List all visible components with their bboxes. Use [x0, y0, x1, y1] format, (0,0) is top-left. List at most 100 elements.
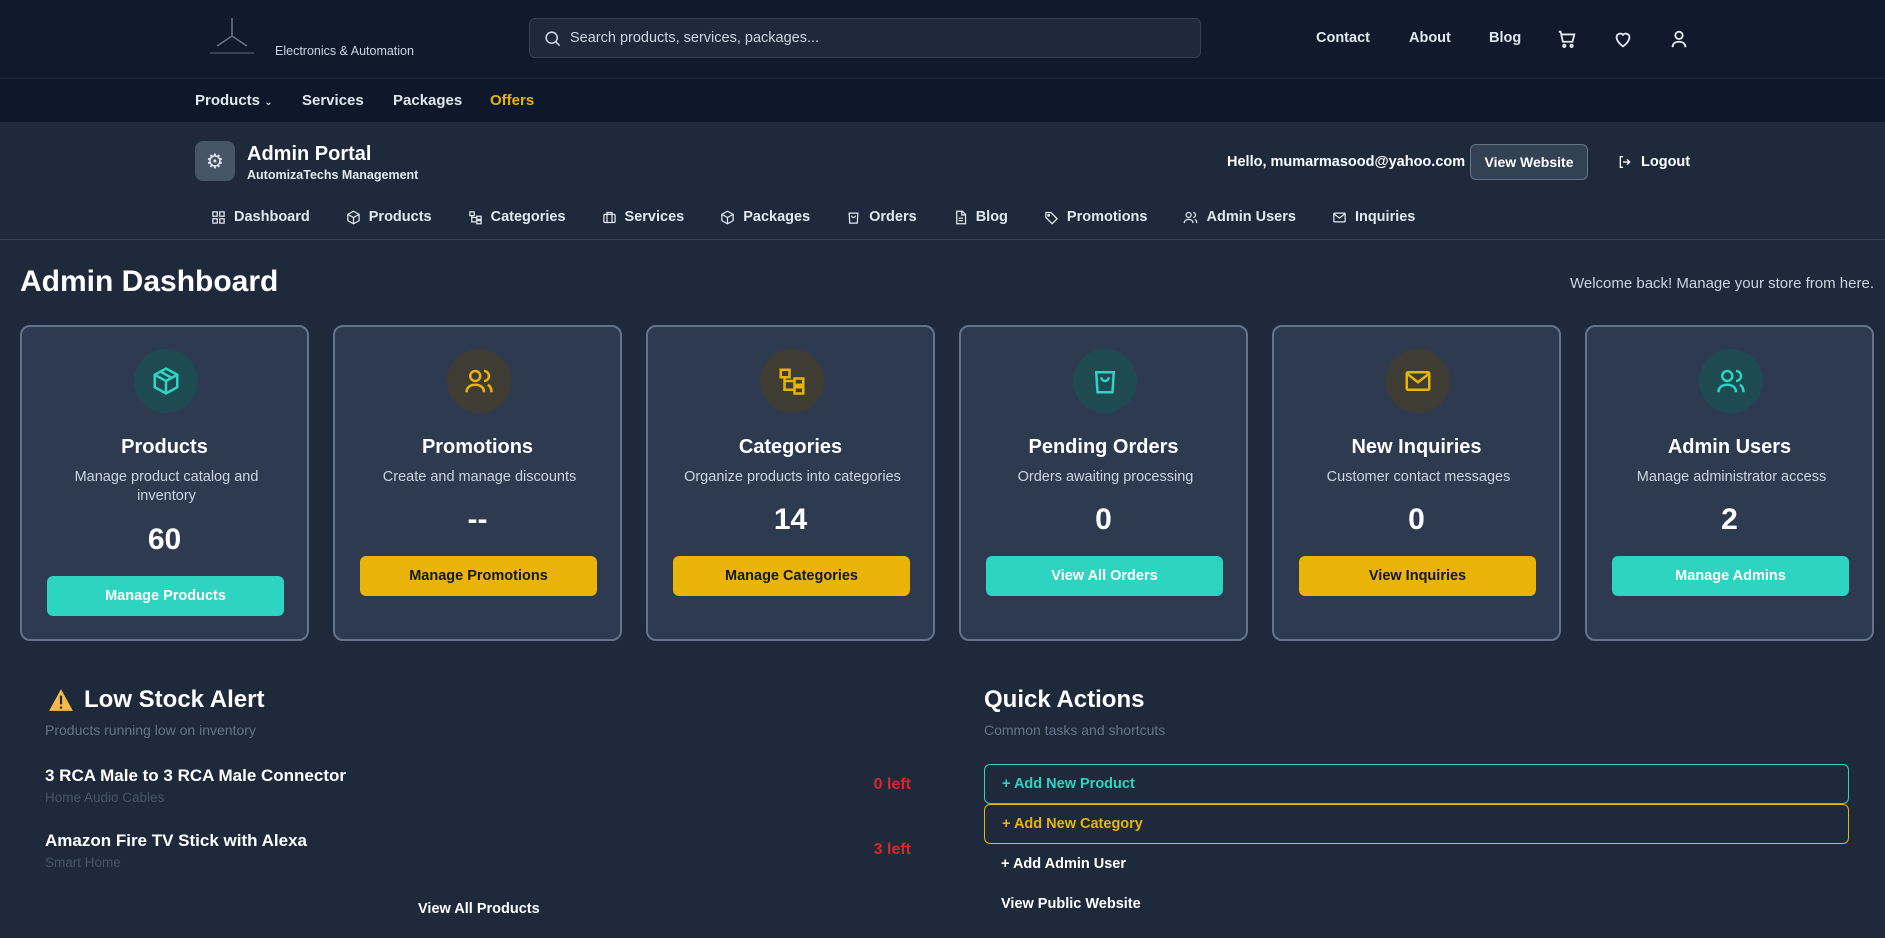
logo-icon[interactable]	[204, 14, 260, 58]
card-value: 0	[1095, 503, 1112, 536]
page-title: Admin Dashboard	[20, 265, 279, 298]
quick-actions-title: Quick Actions	[984, 686, 1145, 713]
view-all-orders-button[interactable]: View All Orders	[986, 556, 1223, 596]
shopping-bag-icon	[848, 212, 859, 224]
view-all-products-link[interactable]: View All Products	[418, 901, 540, 917]
card-description: Manage product catalog and inventory	[74, 469, 259, 504]
card-description: Customer contact messages	[1326, 469, 1511, 485]
nav-blog[interactable]: Blog	[1489, 30, 1521, 46]
package-icon	[721, 210, 734, 224]
catnav-services[interactable]: Services	[302, 92, 364, 109]
card-title: Promotions	[421, 436, 534, 458]
card-value: 14	[773, 503, 808, 536]
dashboard-icon	[212, 210, 225, 224]
category-nav: Products ⌄ Services Packages Offers	[0, 79, 1885, 123]
admin-users-card: Admin Users Manage administrator access …	[1585, 325, 1874, 641]
list-item[interactable]: 3 RCA Male to 3 RCA Male Connector Home …	[45, 766, 911, 805]
tab-orders[interactable]: Orders	[846, 209, 917, 225]
portal-title: Admin Portal	[247, 143, 372, 165]
card-value: 60	[147, 523, 182, 556]
briefcase-icon	[602, 211, 616, 223]
card-value: 0	[1408, 503, 1425, 536]
tab-blog[interactable]: Blog	[953, 209, 1008, 225]
card-description: Organize products into categories	[684, 469, 901, 485]
view-public-website-button[interactable]: View Public Website	[984, 884, 1849, 924]
catnav-products[interactable]: Products ⌄	[195, 92, 273, 109]
tab-services[interactable]: Services	[602, 209, 684, 225]
portal-subtitle: AutomizaTechs Management	[247, 168, 419, 182]
low-stock-subtitle: Products running low on inventory	[45, 722, 256, 738]
manage-admins-button[interactable]: Manage Admins	[1612, 556, 1849, 596]
users-icon	[1699, 349, 1763, 413]
folder-tree-icon	[760, 349, 824, 413]
catnav-offers[interactable]: Offers	[490, 92, 534, 109]
card-title: Categories	[738, 436, 843, 458]
nav-contact[interactable]: Contact	[1316, 30, 1370, 46]
nav-about[interactable]: About	[1409, 30, 1451, 46]
user-icon[interactable]	[1668, 28, 1690, 50]
tags-icon	[1045, 211, 1058, 225]
card-value: --	[467, 503, 488, 536]
product-category: Home Audio Cables	[45, 790, 165, 805]
warning-icon	[49, 689, 73, 711]
add-new-product-button[interactable]: + Add New Product	[984, 764, 1849, 804]
card-value: 2	[1721, 503, 1738, 536]
manage-products-button[interactable]: Manage Products	[47, 576, 284, 616]
document-icon	[955, 210, 966, 224]
tab-packages[interactable]: Packages	[720, 209, 810, 225]
folder-tree-icon	[468, 210, 482, 224]
tab-categories[interactable]: Categories	[468, 209, 566, 225]
products-card: Products Manage product catalog and inve…	[20, 325, 309, 641]
product-name: 3 RCA Male to 3 RCA Male Connector	[45, 766, 347, 785]
heart-icon[interactable]	[1612, 28, 1634, 50]
new-inquiries-card: New Inquiries Customer contact messages …	[1272, 325, 1561, 641]
admin-header: ⚙ Admin Portal AutomizaTechs Management …	[0, 123, 1885, 240]
card-description: Create and manage discounts	[382, 469, 577, 485]
pending-orders-card: Pending Orders Orders awaiting processin…	[959, 325, 1248, 641]
box-icon	[134, 349, 198, 413]
card-description: Manage administrator access	[1636, 469, 1827, 485]
quick-actions-subtitle: Common tasks and shortcuts	[984, 722, 1166, 738]
logout-icon	[1619, 156, 1631, 168]
logout-button[interactable]: Logout	[1617, 154, 1690, 170]
low-stock-title: Low Stock Alert	[48, 686, 264, 714]
tab-dashboard[interactable]: Dashboard	[211, 209, 310, 225]
tab-admin-users[interactable]: Admin Users	[1183, 209, 1296, 225]
card-title: Pending Orders	[1028, 436, 1179, 458]
search-bar[interactable]	[529, 18, 1201, 58]
box-icon	[347, 210, 360, 224]
chevron-down-icon: ⌄	[264, 97, 273, 108]
brand-tagline: Electronics & Automation	[275, 44, 414, 58]
user-greeting: Hello, mumarmasood@yahoo.com	[1227, 154, 1466, 170]
manage-promotions-button[interactable]: Manage Promotions	[360, 556, 597, 596]
card-description: Orders awaiting processing	[1017, 469, 1194, 485]
users-icon	[1184, 211, 1198, 223]
mail-icon	[1333, 212, 1346, 222]
list-item[interactable]: Amazon Fire TV Stick with Alexa Smart Ho…	[45, 831, 911, 870]
tab-inquiries[interactable]: Inquiries	[1332, 209, 1415, 225]
stock-count: 3 left	[873, 841, 911, 858]
product-name: Amazon Fire TV Stick with Alexa	[45, 831, 307, 850]
stock-count: 0 left	[873, 776, 911, 793]
search-input[interactable]	[570, 19, 1190, 57]
view-inquiries-button[interactable]: View Inquiries	[1299, 556, 1536, 596]
categories-card: Categories Organize products into catego…	[646, 325, 935, 641]
gear-icon: ⚙	[195, 141, 235, 181]
add-admin-user-button[interactable]: + Add Admin User	[984, 844, 1849, 884]
top-header: Electronics & Automation Contact About B…	[0, 0, 1885, 79]
mail-icon	[1386, 349, 1450, 413]
card-title: New Inquiries	[1351, 436, 1482, 458]
card-title: Products	[121, 436, 208, 458]
view-website-button[interactable]: View Website	[1470, 144, 1588, 180]
tab-promotions[interactable]: Promotions	[1044, 209, 1147, 225]
manage-categories-button[interactable]: Manage Categories	[673, 556, 910, 596]
shopping-bag-icon	[1073, 349, 1137, 413]
catnav-packages[interactable]: Packages	[393, 92, 462, 109]
cart-icon[interactable]	[1556, 28, 1578, 50]
users-icon	[447, 349, 511, 413]
tab-products[interactable]: Products	[346, 209, 432, 225]
admin-tabs: Dashboard Products Categories Services P…	[211, 209, 1451, 225]
search-icon	[545, 31, 561, 47]
add-new-category-button[interactable]: + Add New Category	[984, 804, 1849, 844]
card-title: Admin Users	[1667, 436, 1792, 458]
